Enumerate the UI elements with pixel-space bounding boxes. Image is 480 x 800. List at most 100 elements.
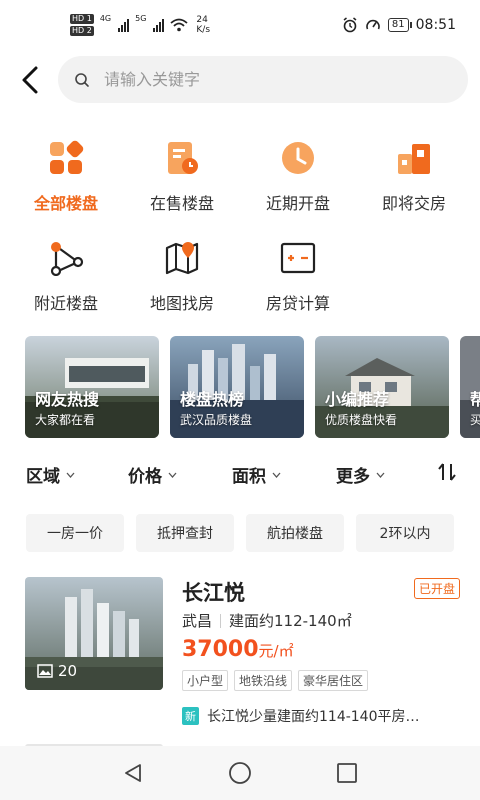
filter-area[interactable]: 面积: [232, 462, 281, 487]
chevron-down-icon: [66, 472, 75, 478]
category-label: 即将交房: [381, 194, 446, 213]
hd1-badge: HD 1: [70, 14, 94, 24]
property-tag: 地铁沿线: [234, 670, 293, 691]
battery-indicator: 81: [387, 18, 412, 32]
hd-indicators: HD 1 HD 2: [70, 14, 94, 36]
meta-divider: [220, 614, 222, 628]
banner-partial[interactable]: 帮 买: [460, 336, 480, 438]
chevron-down-icon: [376, 472, 385, 478]
property-tags: 小户型 地铁沿线 豪华居住区: [182, 670, 369, 691]
map-pin-icon: [165, 242, 199, 275]
chip-aerial-view[interactable]: 航拍楼盘: [246, 514, 344, 552]
sort-arrows-icon: [438, 463, 456, 481]
network-1-label: 4G: [99, 14, 112, 23]
status-right: 81 08:51: [342, 17, 456, 33]
search-bar[interactable]: [58, 56, 468, 103]
nav-recents-button[interactable]: [327, 753, 367, 793]
category-nearby[interactable]: 附近楼盘: [8, 240, 124, 314]
chip-mortgage-check[interactable]: 抵押查封: [136, 514, 234, 552]
status-bar: HD 1 HD 2 4G 5G 24 K/s 81 08:51: [0, 0, 480, 50]
status-left: HD 1 HD 2 4G 5G 24 K/s: [70, 14, 210, 36]
net-speed-value: 24: [196, 15, 208, 25]
property-thumbnail[interactable]: 20: [25, 577, 163, 690]
category-all-buildings[interactable]: 全部楼盘: [8, 140, 124, 214]
category-label: 附近楼盘: [33, 294, 98, 313]
calculator-icon: [280, 242, 316, 274]
property-tag: 豪华居住区: [298, 670, 369, 691]
location-network-icon: [50, 242, 84, 276]
search-input[interactable]: [104, 70, 404, 89]
clock-time: 08:51: [415, 17, 456, 33]
category-label: 地图找房: [149, 294, 214, 313]
banner-carousel: 网友热搜 大家都在看 楼盘热榜 武汉品质楼盘 小编推荐 优质楼盘快看 帮 买: [25, 336, 480, 438]
property-listing-card[interactable]: 20 长江悦 已开盘 武昌 建面约112-140㎡ 37000元/㎡ 小户型 地铁…: [25, 577, 460, 727]
circle-home-icon: [229, 762, 251, 784]
hd2-badge: HD 2: [70, 26, 94, 36]
category-on-sale[interactable]: 在售楼盘: [124, 140, 240, 214]
banner-title: 小编推荐: [325, 390, 390, 409]
signal-2-icon: [153, 18, 165, 32]
banner-subtitle: 大家都在看: [35, 413, 96, 427]
photo-count-value: 20: [58, 662, 78, 680]
triangle-back-icon: [125, 764, 142, 782]
filter-label: 更多: [336, 467, 370, 487]
document-clock-icon: [168, 142, 198, 174]
network-2-label: 5G: [135, 14, 147, 23]
property-price: 37000元/㎡: [182, 637, 294, 662]
chip-within-2nd-ring[interactable]: 2环以内: [356, 514, 454, 552]
property-tag: 小户型: [182, 670, 229, 691]
back-arrow-icon: [22, 66, 38, 94]
news-text: 长江悦少量建面约114-140平房…: [207, 709, 420, 725]
square-recents-icon: [336, 763, 357, 783]
system-navigation-bar: [0, 746, 480, 800]
property-meta: 武昌 建面约112-140㎡: [182, 610, 352, 631]
category-label: 房贷计算: [265, 294, 330, 313]
property-name: 长江悦: [182, 581, 245, 605]
banner-title: 网友热搜: [35, 390, 100, 409]
filter-more[interactable]: 更多: [336, 462, 385, 487]
photo-count: 20: [37, 662, 77, 680]
category-opening-soon[interactable]: 近期开盘: [240, 140, 356, 214]
back-button[interactable]: [18, 64, 44, 96]
filter-label: 面积: [232, 467, 266, 487]
chip-one-price[interactable]: 一房一价: [26, 514, 124, 552]
nav-home-button[interactable]: [220, 753, 260, 793]
status-badge: 已开盘: [413, 578, 460, 599]
wifi-icon: [170, 18, 188, 32]
category-delivery-soon[interactable]: 即将交房: [356, 140, 472, 214]
alarm-icon: [343, 17, 357, 33]
filter-label: 价格: [128, 467, 162, 487]
price-unit: 元/㎡: [258, 642, 294, 660]
chevron-down-icon: [272, 472, 281, 478]
property-district: 武昌: [182, 612, 213, 630]
filter-price[interactable]: 价格: [128, 462, 177, 487]
category-label: 近期开盘: [265, 194, 330, 213]
nav-back-button[interactable]: [113, 753, 153, 793]
sort-button[interactable]: [438, 462, 456, 482]
category-label: 全部楼盘: [33, 194, 98, 213]
search-icon: [75, 72, 89, 87]
new-badge: 新: [182, 707, 199, 725]
banner-subtitle: 优质楼盘快看: [325, 413, 398, 427]
signal-1-icon: [118, 18, 130, 32]
banner-subtitle: 买: [470, 413, 480, 427]
banner-subtitle: 武汉品质楼盘: [180, 413, 253, 427]
chevron-down-icon: [168, 472, 177, 478]
header: [0, 56, 480, 104]
image-icon: [37, 664, 53, 678]
speedometer-icon: [366, 19, 380, 30]
price-value: 37000: [182, 637, 259, 662]
net-speed-unit: K/s: [196, 25, 211, 35]
grid-icon: [50, 140, 84, 174]
filter-bar: 区域 价格 面积 更多: [0, 462, 480, 494]
banner-editor-picks[interactable]: 小编推荐 优质楼盘快看: [315, 336, 449, 438]
category-map-search[interactable]: 地图找房: [124, 240, 240, 314]
banner-hot-search[interactable]: 网友热搜 大家都在看: [25, 336, 159, 438]
banner-title: 楼盘热榜: [180, 390, 245, 409]
banner-hot-ranking[interactable]: 楼盘热榜 武汉品质楼盘: [170, 336, 304, 438]
filter-label: 区域: [26, 467, 60, 487]
category-mortgage-calculator[interactable]: 房贷计算: [240, 240, 356, 314]
filter-region[interactable]: 区域: [26, 462, 75, 487]
net-speed: 24 K/s: [196, 15, 210, 35]
property-area: 建面约112-140㎡: [229, 612, 352, 630]
